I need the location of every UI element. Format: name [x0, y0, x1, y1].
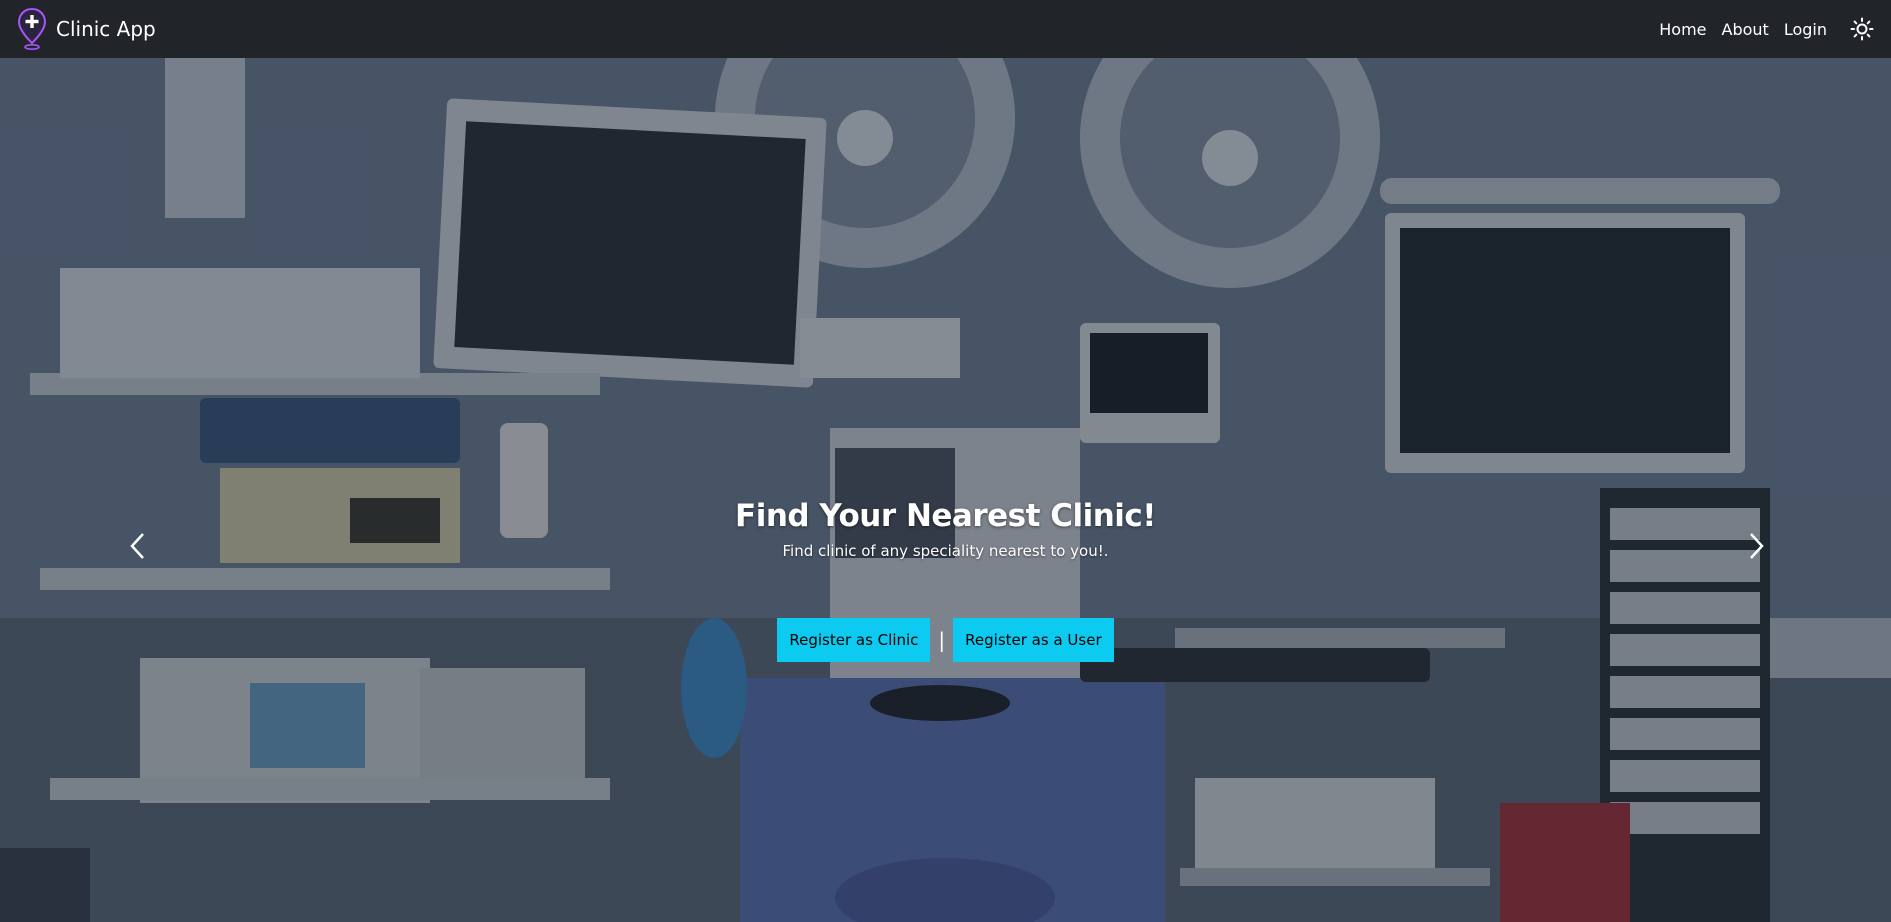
brand-link[interactable]: Clinic App: [16, 7, 156, 51]
button-separator: |: [938, 628, 946, 652]
hero-subtitle: Find clinic of any speciality nearest to…: [782, 542, 1109, 560]
register-clinic-button[interactable]: Register as Clinic: [777, 618, 931, 662]
top-navbar: Clinic App Home About Login: [0, 0, 1891, 58]
nav-about-link[interactable]: About: [1722, 20, 1769, 39]
nav-login-link[interactable]: Login: [1784, 20, 1827, 39]
register-user-button[interactable]: Register as a User: [953, 618, 1114, 662]
hero-title: Find Your Nearest Clinic!: [735, 498, 1156, 534]
nav-home-link[interactable]: Home: [1659, 20, 1706, 39]
hero-caption: Find Your Nearest Clinic! Find clinic of…: [0, 498, 1891, 560]
brand-name: Clinic App: [56, 17, 156, 41]
hero-dark-overlay: [0, 58, 1891, 922]
location-pin-plus-icon: [17, 7, 47, 50]
nav-links: Home About Login: [1659, 16, 1875, 42]
register-button-group: Register as Clinic | Register as a User: [0, 618, 1891, 662]
sun-icon: [1850, 17, 1874, 41]
theme-toggle-button[interactable]: [1849, 16, 1875, 42]
hero-carousel: Find Your Nearest Clinic! Find clinic of…: [0, 58, 1891, 922]
